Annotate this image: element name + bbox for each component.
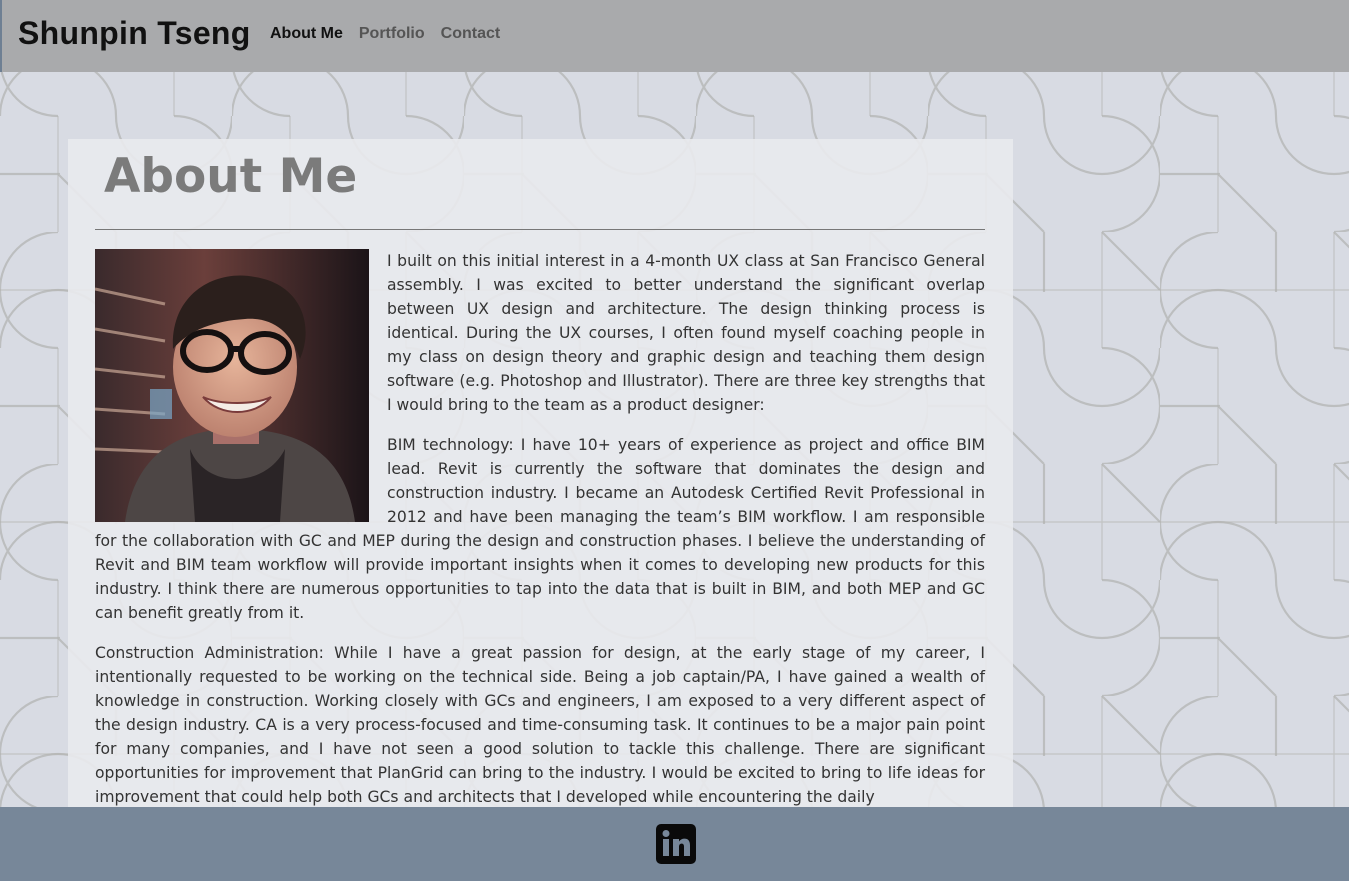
about-body: I built on this initial interest in a 4-…: [95, 249, 985, 807]
nav-portfolio[interactable]: Portfolio: [359, 25, 425, 43]
title-divider: [95, 229, 985, 230]
nav-contact[interactable]: Contact: [441, 25, 501, 43]
linkedin-icon[interactable]: [656, 824, 696, 864]
footer: [0, 807, 1349, 881]
about-content-card: About Me I built on this initial interes…: [68, 139, 1013, 807]
page-title: About Me: [104, 149, 358, 204]
top-navigation-bar: Shunpin Tseng About Me Portfolio Contact: [0, 0, 1349, 72]
site-title[interactable]: Shunpin Tseng: [18, 15, 251, 52]
nav-about-me[interactable]: About Me: [270, 25, 343, 43]
paragraph-construction: Construction Administration: While I hav…: [95, 644, 985, 806]
main-nav: About Me Portfolio Contact: [270, 25, 500, 43]
portrait-photo: [95, 249, 369, 522]
